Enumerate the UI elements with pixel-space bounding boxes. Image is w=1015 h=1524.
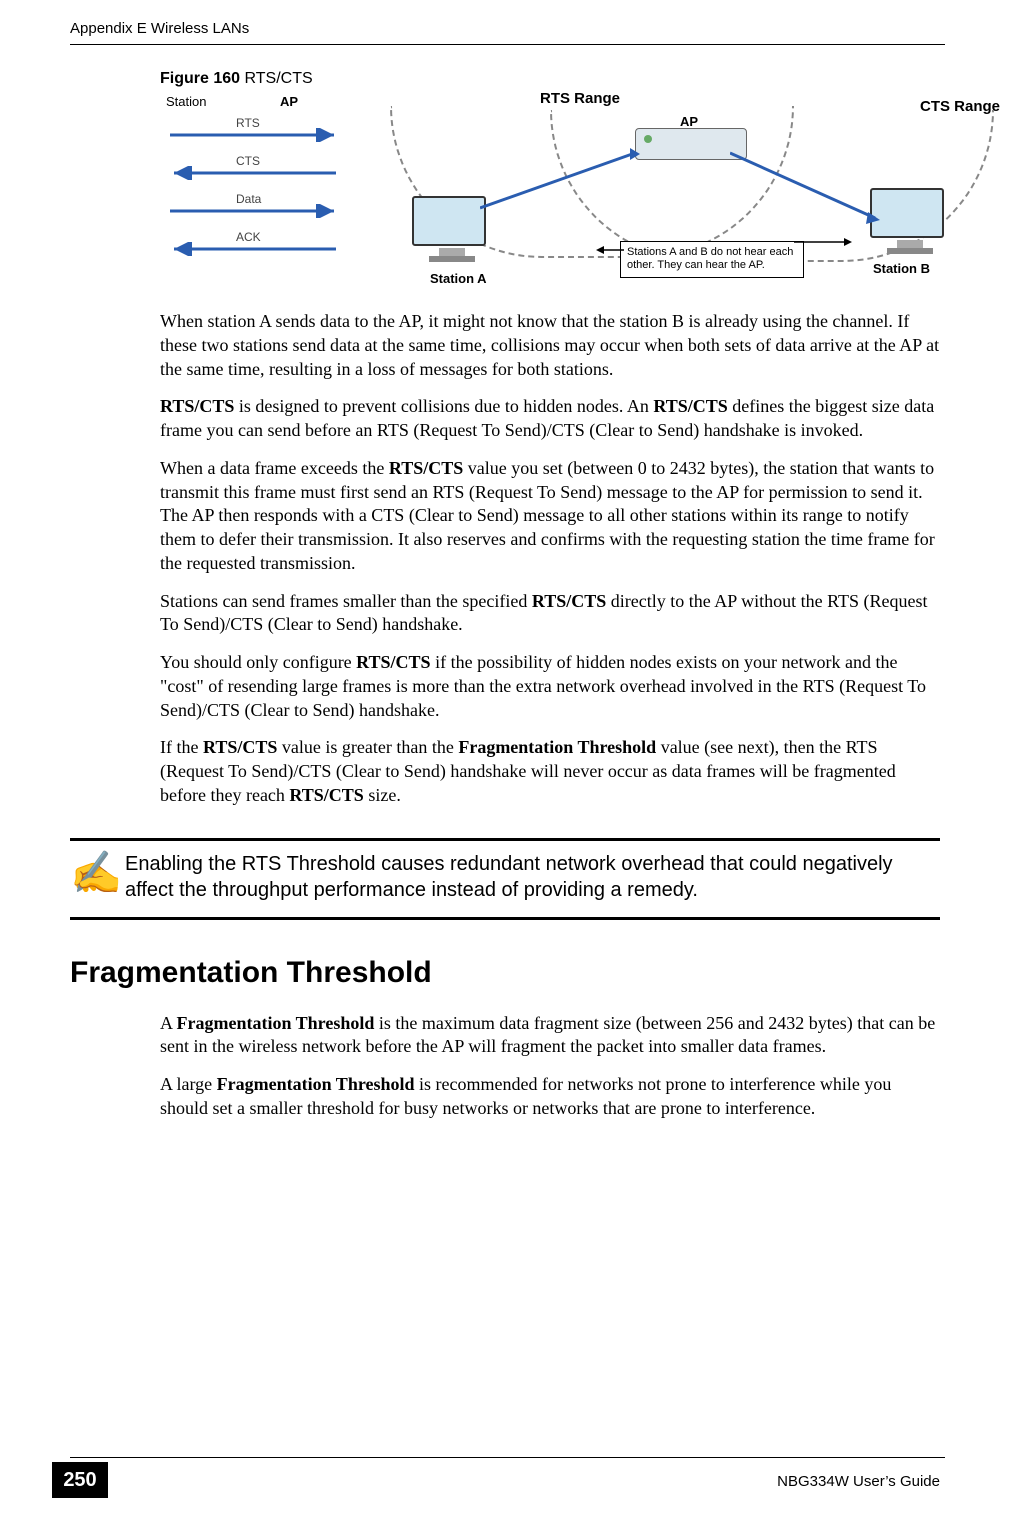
link-a-to-ap	[480, 148, 640, 218]
term-rtscts: RTS/CTS	[356, 652, 430, 672]
text: A	[160, 1013, 177, 1033]
term-frag-threshold: Fragmentation Threshold	[458, 737, 656, 757]
callout-pointer-left-icon	[596, 240, 626, 260]
callout-pointer-right-icon	[792, 232, 852, 252]
term-rtscts: RTS/CTS	[289, 785, 363, 805]
note-rule-top	[70, 838, 940, 841]
figure-caption: Figure 160 RTS/CTS	[160, 70, 940, 88]
arrow-right-icon	[166, 128, 341, 142]
figure-left-sequence: Station AP RTS CTS Data ACK	[160, 92, 380, 282]
page-number: 250	[52, 1462, 108, 1498]
hand-writing-icon: ✍	[70, 851, 125, 895]
label-ap: AP	[280, 94, 298, 109]
heading-fragmentation-threshold: Fragmentation Threshold	[70, 956, 940, 990]
para-4: Stations can send frames smaller than th…	[160, 590, 940, 638]
para-2: RTS/CTS is designed to prevent collision…	[160, 395, 940, 443]
arrow-left-icon	[166, 242, 341, 256]
arrow-right-icon	[166, 204, 341, 218]
text: You should only configure	[160, 652, 356, 672]
figure-title: RTS/CTS	[240, 70, 313, 87]
arrow-data: Data	[166, 194, 341, 224]
para-3: When a data frame exceeds the RTS/CTS va…	[160, 457, 940, 576]
text: value is greater than the	[277, 737, 458, 757]
para-5: You should only configure RTS/CTS if the…	[160, 651, 940, 722]
term-frag-threshold: Fragmentation Threshold	[217, 1074, 415, 1094]
footer-guide-title: NBG334W User’s Guide	[777, 1473, 940, 1490]
label-station: Station	[166, 94, 206, 109]
text: size.	[364, 785, 401, 805]
running-header-left: Appendix E Wireless LANs	[70, 20, 249, 37]
text: Stations can send frames smaller than th…	[160, 591, 532, 611]
header-rule	[70, 44, 945, 45]
station-b-icon	[870, 188, 950, 258]
figure-callout: Stations A and B do not hear each other.…	[620, 241, 804, 279]
term-rtscts: RTS/CTS	[203, 737, 277, 757]
frag-para-2: A large Fragmentation Threshold is recom…	[160, 1073, 940, 1121]
note-text: Enabling the RTS Threshold causes redund…	[125, 851, 940, 903]
link-ap-to-b	[730, 148, 880, 228]
content-column: Figure 160 RTS/CTS Station AP RTS CTS Da…	[160, 70, 940, 1135]
arrow-cts: CTS	[166, 156, 341, 186]
term-rtscts: RTS/CTS	[532, 591, 606, 611]
term-frag-threshold: Fragmentation Threshold	[177, 1013, 375, 1033]
text: is designed to prevent collisions due to…	[234, 396, 653, 416]
note-block: ✍ Enabling the RTS Threshold causes redu…	[70, 851, 940, 903]
note-rule-bottom	[70, 917, 940, 920]
label-rts-range: RTS Range	[540, 90, 620, 107]
label-station-a: Station A	[430, 271, 487, 286]
text: A large	[160, 1074, 217, 1094]
footer-rule	[70, 1457, 945, 1458]
term-rtscts: RTS/CTS	[389, 458, 463, 478]
label-station-b: Station B	[873, 261, 930, 276]
term-rtscts: RTS/CTS	[160, 396, 234, 416]
figure-number: Figure 160	[160, 70, 240, 87]
arrow-ack: ACK	[166, 232, 341, 262]
arrow-rts: RTS	[166, 118, 341, 148]
figure-right-topology: RTS Range CTS Range AP Station A Station…	[400, 92, 910, 292]
text: When a data frame exceeds the	[160, 458, 389, 478]
frag-para-1: A Fragmentation Threshold is the maximum…	[160, 1012, 940, 1060]
term-rtscts: RTS/CTS	[653, 396, 727, 416]
figure-rts-cts: Station AP RTS CTS Data ACK	[160, 92, 910, 292]
para-1: When station A sends data to the AP, it …	[160, 310, 940, 381]
page: Appendix E Wireless LANs Figure 160 RTS/…	[0, 0, 1015, 1524]
para-6: If the RTS/CTS value is greater than the…	[160, 736, 940, 807]
arrow-left-icon	[166, 166, 341, 180]
text: If the	[160, 737, 203, 757]
